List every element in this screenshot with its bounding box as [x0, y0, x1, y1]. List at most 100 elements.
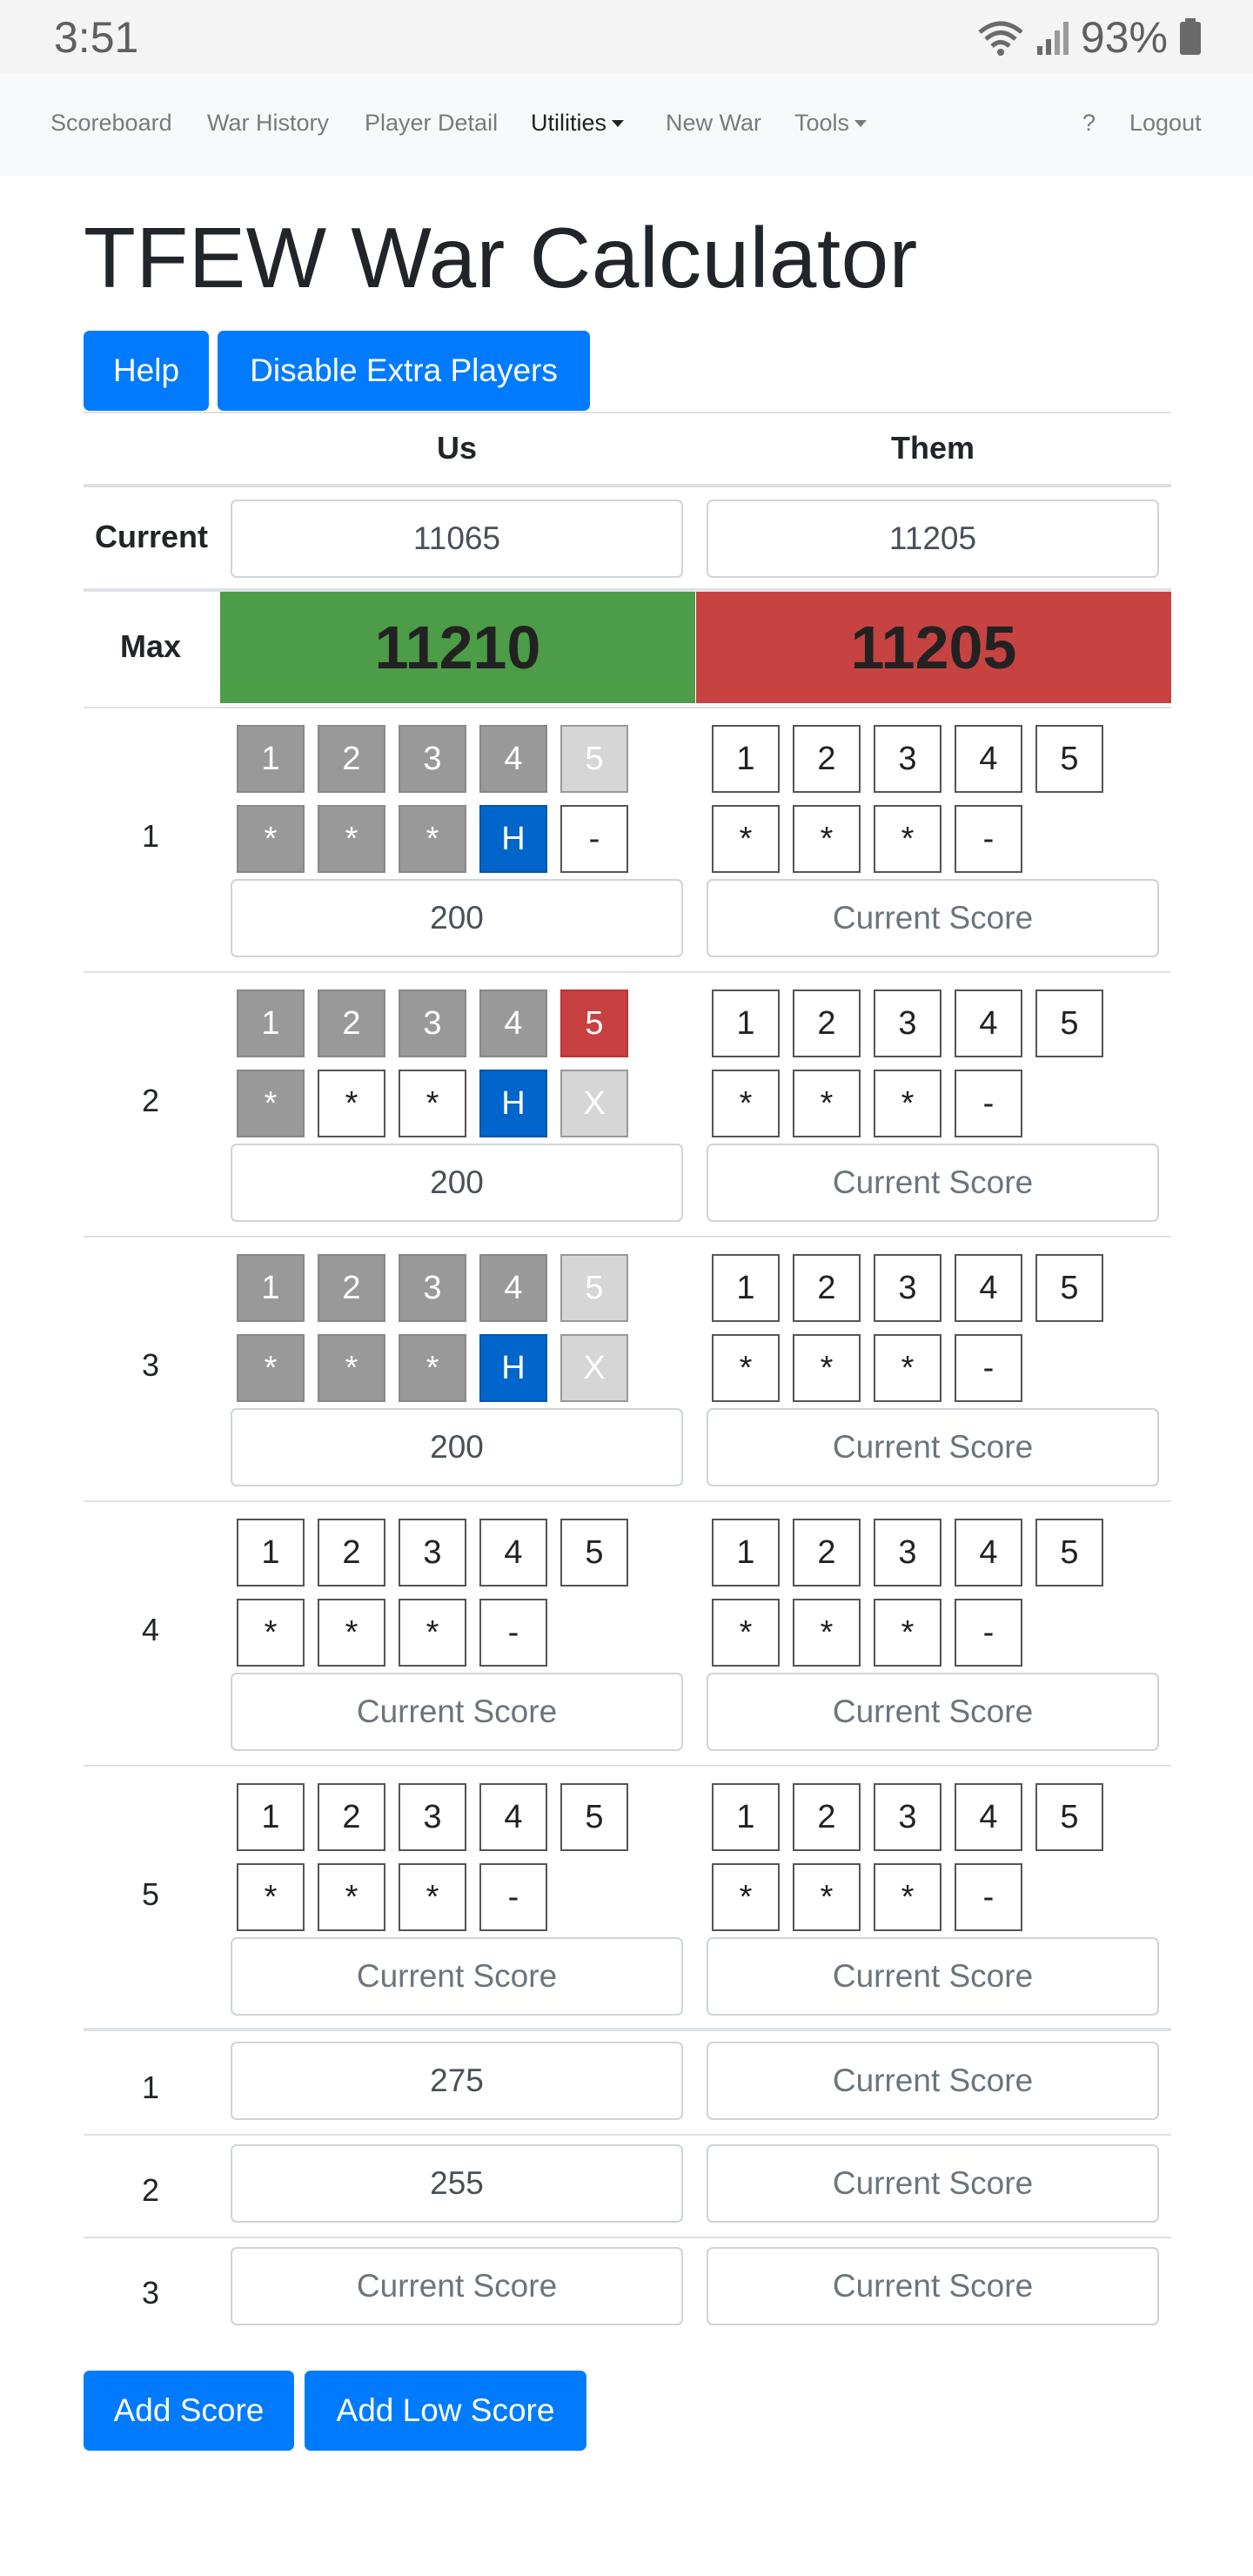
them-mark-box-1[interactable]: * [712, 1863, 780, 1931]
us-mark-box-2[interactable]: * [318, 1599, 385, 1667]
them-tier-box-4[interactable]: 4 [955, 725, 1022, 793]
them-mark-box-2[interactable]: * [793, 805, 861, 873]
us-tier-box-5[interactable]: 5 [560, 1519, 628, 1587]
us-tier-box-1[interactable]: 1 [237, 1254, 305, 1322]
us-tier-box-1[interactable]: 1 [237, 1519, 305, 1587]
help-button[interactable]: Help [84, 331, 209, 411]
them-mark-box-1[interactable]: * [712, 1599, 780, 1667]
them-tier-box-1[interactable]: 1 [712, 1254, 780, 1322]
them-tier-box-3[interactable]: 3 [874, 989, 941, 1057]
them-tier-box-5[interactable]: 5 [1035, 1519, 1103, 1587]
them-score-input[interactable]: Current Score [707, 1408, 1159, 1486]
them-tier-box-5[interactable]: 5 [1035, 1254, 1103, 1322]
us-mark-box-4[interactable]: H [479, 1334, 547, 1402]
them-mark-box-2[interactable]: * [793, 1070, 861, 1137]
us-mark-box-2[interactable]: * [318, 1863, 385, 1931]
them-score-input[interactable]: Current Score [707, 879, 1159, 957]
them-tier-box-2[interactable]: 2 [793, 989, 861, 1057]
us-mark-box-4[interactable]: - [479, 1599, 547, 1667]
them-tier-box-2[interactable]: 2 [793, 1254, 861, 1322]
us-tier-box-3[interactable]: 3 [399, 1783, 466, 1851]
them-tier-box-5[interactable]: 5 [1035, 725, 1103, 793]
them-mark-box-3[interactable]: * [874, 1334, 941, 1402]
them-tier-box-3[interactable]: 3 [874, 1519, 941, 1587]
them-tier-box-3[interactable]: 3 [874, 725, 941, 793]
nav-help-link[interactable]: ? [1082, 110, 1096, 137]
us-tier-box-4[interactable]: 4 [479, 725, 547, 793]
add-score-button[interactable]: Add Score [84, 2371, 294, 2451]
them-mark-box-1[interactable]: * [712, 805, 780, 873]
us-mark-box-3[interactable]: * [399, 1599, 466, 1667]
us-tier-box-4[interactable]: 4 [479, 989, 547, 1057]
them-mark-box-3[interactable]: * [874, 1863, 941, 1931]
them-score-input[interactable]: Current Score [707, 1144, 1159, 1222]
them-tier-box-2[interactable]: 2 [793, 1783, 861, 1851]
nav-logout[interactable]: Logout [1129, 110, 1202, 137]
us-tier-box-4[interactable]: 4 [479, 1519, 547, 1587]
them-mark-box-2[interactable]: * [793, 1334, 861, 1402]
them-tier-box-4[interactable]: 4 [955, 989, 1022, 1057]
them-tier-box-3[interactable]: 3 [874, 1254, 941, 1322]
us-tier-box-2[interactable]: 2 [318, 1783, 385, 1851]
us-tier-box-1[interactable]: 1 [237, 725, 305, 793]
nav-war-history[interactable]: War History [207, 110, 329, 137]
them-mark-box-3[interactable]: * [874, 1599, 941, 1667]
extra-us-score-input[interactable]: 255 [231, 2144, 683, 2223]
them-tier-box-5[interactable]: 5 [1035, 1783, 1103, 1851]
us-mark-box-1[interactable]: * [237, 1863, 305, 1931]
nav-player-detail[interactable]: Player Detail [365, 110, 498, 137]
us-tier-box-2[interactable]: 2 [318, 1254, 385, 1322]
them-mark-box-4[interactable]: - [955, 805, 1022, 873]
them-tier-box-1[interactable]: 1 [712, 1519, 780, 1587]
us-mark-box-1[interactable]: * [237, 805, 305, 873]
us-mark-box-5[interactable]: X [560, 1334, 628, 1402]
us-tier-box-3[interactable]: 3 [399, 1519, 466, 1587]
them-tier-box-3[interactable]: 3 [874, 1783, 941, 1851]
them-mark-box-2[interactable]: * [793, 1599, 861, 1667]
us-mark-box-4[interactable]: - [479, 1863, 547, 1931]
us-tier-box-4[interactable]: 4 [479, 1254, 547, 1322]
us-score-input[interactable]: Current Score [231, 1673, 683, 1751]
nav-utilities-dropdown[interactable]: Utilities [531, 110, 625, 137]
nav-new-war[interactable]: New War [666, 110, 761, 137]
us-mark-box-3[interactable]: * [399, 1334, 466, 1402]
them-tier-box-5[interactable]: 5 [1035, 989, 1103, 1057]
current-us-input[interactable]: 11065 [231, 500, 683, 578]
them-score-input[interactable]: Current Score [707, 1673, 1159, 1751]
us-mark-box-1[interactable]: * [237, 1599, 305, 1667]
us-tier-box-2[interactable]: 2 [318, 989, 385, 1057]
us-score-input[interactable]: 200 [231, 1144, 683, 1222]
us-score-input[interactable]: Current Score [231, 1937, 683, 2016]
them-tier-box-1[interactable]: 1 [712, 1783, 780, 1851]
us-mark-box-2[interactable]: * [318, 1334, 385, 1402]
them-tier-box-1[interactable]: 1 [712, 725, 780, 793]
us-mark-box-2[interactable]: * [318, 1070, 385, 1137]
them-mark-box-3[interactable]: * [874, 1070, 941, 1137]
them-mark-box-1[interactable]: * [712, 1334, 780, 1402]
us-mark-box-4[interactable]: H [479, 805, 547, 873]
them-score-input[interactable]: Current Score [707, 1937, 1159, 2016]
us-mark-box-5[interactable]: X [560, 1070, 628, 1137]
them-tier-box-1[interactable]: 1 [712, 989, 780, 1057]
extra-us-score-input[interactable]: Current Score [231, 2247, 683, 2325]
us-mark-box-1[interactable]: * [237, 1070, 305, 1137]
them-tier-box-2[interactable]: 2 [793, 725, 861, 793]
us-tier-box-5[interactable]: 5 [560, 989, 628, 1057]
extra-them-score-input[interactable]: Current Score [707, 2042, 1159, 2120]
us-tier-box-3[interactable]: 3 [399, 725, 466, 793]
us-tier-box-1[interactable]: 1 [237, 1783, 305, 1851]
them-mark-box-4[interactable]: - [955, 1334, 1022, 1402]
current-them-input[interactable]: 11205 [707, 500, 1159, 578]
them-mark-box-4[interactable]: - [955, 1599, 1022, 1667]
us-tier-box-3[interactable]: 3 [399, 1254, 466, 1322]
us-tier-box-2[interactable]: 2 [318, 1519, 385, 1587]
them-tier-box-4[interactable]: 4 [955, 1783, 1022, 1851]
us-tier-box-5[interactable]: 5 [560, 725, 628, 793]
us-tier-box-3[interactable]: 3 [399, 989, 466, 1057]
us-score-input[interactable]: 200 [231, 879, 683, 957]
us-tier-box-4[interactable]: 4 [479, 1783, 547, 1851]
us-mark-box-4[interactable]: H [479, 1070, 547, 1137]
us-tier-box-2[interactable]: 2 [318, 725, 385, 793]
them-mark-box-3[interactable]: * [874, 805, 941, 873]
us-mark-box-2[interactable]: * [318, 805, 385, 873]
